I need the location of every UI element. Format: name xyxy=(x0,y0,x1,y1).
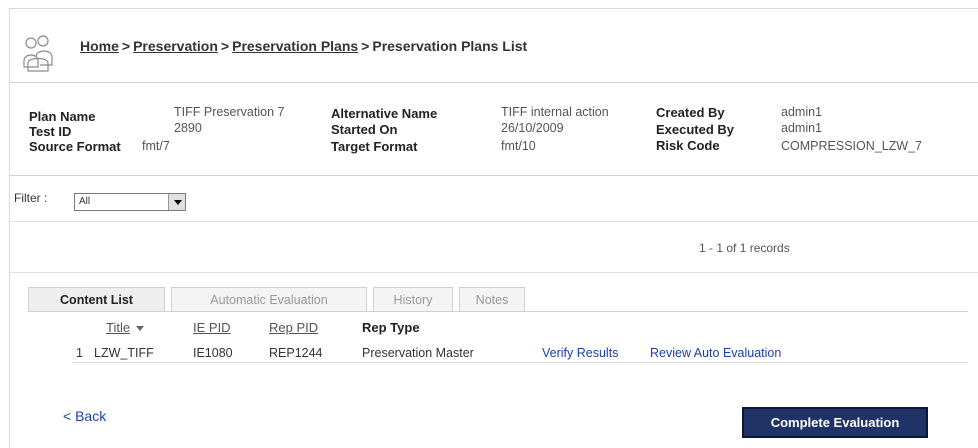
records-count: 1 - 1 of 1 records xyxy=(699,241,790,255)
target-format-label: Target Format xyxy=(331,139,418,154)
test-id-label: Test ID xyxy=(29,124,72,139)
tab-automatic-evaluation[interactable]: Automatic Evaluation xyxy=(171,287,367,311)
column-header-rep-pid[interactable]: Rep PID xyxy=(269,320,318,335)
breadcrumb-plans-link[interactable]: Preservation Plans xyxy=(232,38,358,54)
plan-name-value: TIFF Preservation 7 xyxy=(174,105,285,119)
verify-results-link[interactable]: Verify Results xyxy=(542,346,618,360)
complete-evaluation-button[interactable]: Complete Evaluation xyxy=(742,407,928,438)
filter-selected-value: All xyxy=(79,196,91,207)
filter-select[interactable]: All xyxy=(74,193,186,211)
executed-by-label: Executed By xyxy=(656,122,735,137)
row-rep-pid: REP1244 xyxy=(269,346,323,360)
tab-history[interactable]: History xyxy=(373,287,453,311)
row-index: 1 xyxy=(76,346,83,360)
back-link[interactable]: < Back xyxy=(63,408,106,424)
breadcrumb-preservation-link[interactable]: Preservation xyxy=(133,38,218,54)
source-format-label: Source Format xyxy=(29,139,121,154)
review-auto-evaluation-link[interactable]: Review Auto Evaluation xyxy=(650,346,781,360)
created-by-label: Created By xyxy=(656,105,725,120)
row-divider xyxy=(72,362,968,363)
tab-notes[interactable]: Notes xyxy=(459,287,525,311)
breadcrumb-separator: > xyxy=(121,38,131,54)
breadcrumb-home-link[interactable]: Home xyxy=(80,38,119,54)
people-icon xyxy=(23,35,53,72)
row-rep-type: Preservation Master xyxy=(362,346,474,360)
plan-info-panel: Plan Name Test ID Source Format TIFF Pre… xyxy=(10,84,978,176)
test-id-value: 2890 xyxy=(174,121,202,135)
risk-code-label: Risk Code xyxy=(656,138,720,153)
executed-by-value: admin1 xyxy=(781,121,822,135)
row-title: LZW_TIFF xyxy=(94,346,154,360)
records-bar: 1 - 1 of 1 records xyxy=(10,223,978,273)
filter-bar: Filter : All xyxy=(10,176,978,222)
target-format-value: fmt/10 xyxy=(501,139,536,153)
alternative-name-label: Alternative Name xyxy=(331,106,438,121)
breadcrumb-separator: > xyxy=(220,38,230,54)
tab-divider xyxy=(28,311,968,312)
breadcrumb-separator: > xyxy=(361,38,370,54)
column-header-ie-pid[interactable]: IE PID xyxy=(193,320,231,335)
breadcrumb: Home > Preservation > Preservation Plans > Pre… xyxy=(80,38,527,54)
column-header-title-label: Title xyxy=(106,320,131,335)
column-header-rep-type: Rep Type xyxy=(362,320,420,335)
started-on-value: 26/10/2009 xyxy=(501,121,564,135)
created-by-value: admin1 xyxy=(781,105,822,119)
column-header-title[interactable]: Title xyxy=(106,320,145,335)
breadcrumb-current: Preservation Plans List xyxy=(372,38,528,54)
alternative-name-value: TIFF internal action xyxy=(501,105,609,119)
chevron-down-icon[interactable] xyxy=(168,194,185,210)
tab-content-list[interactable]: Content List xyxy=(28,287,165,311)
page-header: Home > Preservation > Preservation Plans > Pre… xyxy=(10,9,978,83)
source-format-value: fmt/7 xyxy=(142,139,170,153)
started-on-label: Started On xyxy=(331,122,398,137)
sort-down-icon xyxy=(136,326,145,332)
row-ie-pid: IE1080 xyxy=(193,346,233,360)
risk-code-value: COMPRESSION_LZW_7 xyxy=(781,139,923,153)
plan-name-label: Plan Name xyxy=(29,109,96,124)
filter-label: Filter : xyxy=(14,191,48,205)
